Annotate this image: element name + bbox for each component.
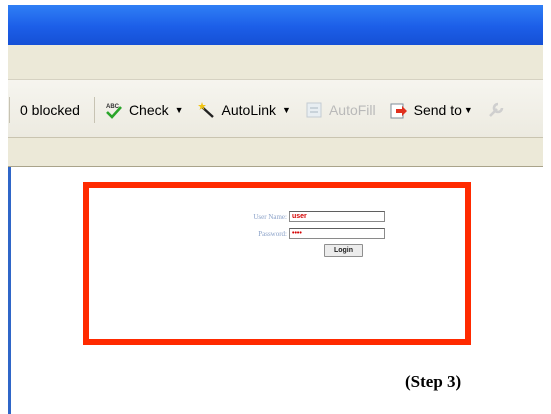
chevron-down-icon[interactable]: ▼ xyxy=(282,105,291,115)
toolbar-separator xyxy=(9,97,10,123)
toolbar-row: 0 blocked ABC Check ▼ AutoLink ▼ AutoFil… xyxy=(8,96,525,124)
login-form: User Name: user Password: •••• Login xyxy=(227,210,397,257)
google-toolbar: 0 blocked ABC Check ▼ AutoLink ▼ AutoFil… xyxy=(8,79,543,138)
browser-window: 0 blocked ABC Check ▼ AutoLink ▼ AutoFil… xyxy=(8,5,543,414)
username-label: User Name: xyxy=(253,212,287,221)
popup-blocked-label: 0 blocked xyxy=(20,102,80,118)
password-row: Password: •••• xyxy=(227,227,397,240)
login-button[interactable]: Login xyxy=(324,244,363,257)
wrench-icon xyxy=(487,101,505,119)
chevron-down-icon[interactable]: ▼ xyxy=(175,105,184,115)
check-button[interactable]: ABC Check ▼ xyxy=(105,101,184,119)
toolbar-separator xyxy=(93,97,95,123)
password-label: Password: xyxy=(258,229,287,238)
username-field[interactable]: user xyxy=(289,211,385,222)
menu-strip xyxy=(8,45,543,79)
login-highlight-box: User Name: user Password: •••• Login xyxy=(83,182,471,345)
autofill-button[interactable]: AutoFill xyxy=(305,101,376,119)
title-bar xyxy=(8,5,543,45)
check-label: Check xyxy=(128,102,169,118)
form-icon xyxy=(305,101,323,119)
sendto-icon xyxy=(390,101,408,119)
spellcheck-icon: ABC xyxy=(105,101,123,119)
step-caption: (Step 3) xyxy=(405,372,462,391)
username-row: User Name: user xyxy=(227,210,397,223)
popup-blocked-button[interactable]: 0 blocked xyxy=(20,102,80,118)
page-frame: 0 blocked ABC Check ▼ AutoLink ▼ AutoFil… xyxy=(0,0,551,414)
address-bar xyxy=(8,137,543,168)
wrench-button[interactable] xyxy=(487,101,511,119)
window-edge xyxy=(8,167,11,414)
autolink-button[interactable]: AutoLink ▼ xyxy=(197,101,291,119)
page-content: User Name: user Password: •••• Login (St… xyxy=(8,167,543,414)
wand-icon xyxy=(197,101,216,119)
sendto-label: Send to xyxy=(413,102,462,118)
password-field[interactable]: •••• xyxy=(289,228,385,239)
chevron-down-icon[interactable]: ▼ xyxy=(464,105,473,115)
autolink-label: AutoLink xyxy=(221,102,277,118)
autofill-label: AutoFill xyxy=(328,102,376,118)
sendto-button[interactable]: Send to ▼ xyxy=(390,101,473,119)
